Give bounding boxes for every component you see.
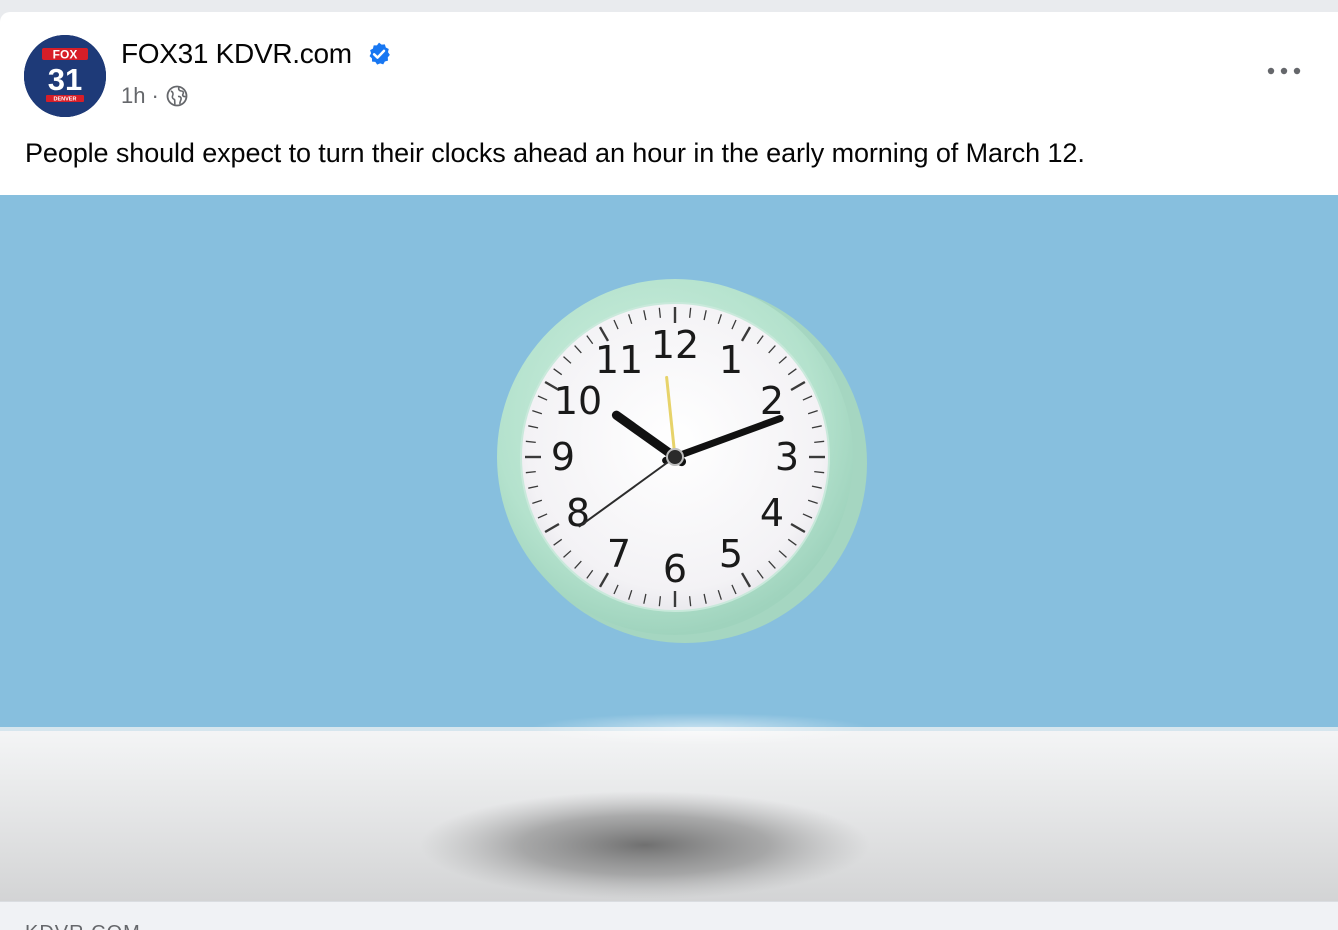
avatar-city: DENVER bbox=[54, 97, 77, 103]
post-message: People should expect to turn their clock… bbox=[25, 138, 1085, 168]
link-domain: KDVR.COM bbox=[25, 922, 141, 930]
clock-numeral: 10 bbox=[554, 379, 602, 423]
post-timestamp[interactable]: 1h bbox=[121, 83, 145, 109]
more-options-button[interactable] bbox=[1264, 58, 1304, 84]
clock-numeral: 6 bbox=[663, 547, 687, 591]
clock-shadow bbox=[420, 791, 870, 899]
clock-numeral: 9 bbox=[551, 435, 575, 479]
clock-numeral: 5 bbox=[719, 532, 743, 576]
more-options-icon bbox=[1267, 67, 1301, 75]
post-meta: 1h · bbox=[121, 82, 189, 110]
clock-numeral: 8 bbox=[566, 491, 590, 535]
post-image[interactable]: 12 1 2 3 4 5 6 7 8 9 10 11 bbox=[0, 195, 1338, 901]
post-card: FOX 31 DENVER FOX31 KDVR.com 1h · People… bbox=[0, 12, 1338, 930]
fox31-logo: FOX 31 DENVER bbox=[24, 35, 106, 117]
verified-badge-icon bbox=[369, 42, 390, 65]
clock-numeral: 11 bbox=[595, 338, 643, 382]
page-avatar[interactable]: FOX 31 DENVER bbox=[24, 35, 106, 117]
clock-hub bbox=[666, 448, 684, 466]
page-name-link[interactable]: FOX31 KDVR.com bbox=[121, 38, 352, 70]
globe-icon[interactable] bbox=[165, 84, 189, 108]
clock-photo: 12 1234567891011 bbox=[0, 195, 1338, 901]
clock-numeral: 12 bbox=[651, 323, 699, 367]
clock-numeral: 3 bbox=[775, 435, 799, 479]
meta-separator: · bbox=[151, 83, 159, 108]
clock-numeral: 1 bbox=[719, 338, 743, 382]
clock-numeral: 7 bbox=[607, 532, 631, 576]
avatar-brand: FOX bbox=[53, 48, 78, 62]
post-header: FOX 31 DENVER FOX31 KDVR.com 1h · bbox=[0, 12, 1338, 117]
link-preview[interactable]: KDVR.COM bbox=[0, 901, 1338, 930]
clock-numeral: 4 bbox=[760, 491, 784, 535]
avatar-number: 31 bbox=[48, 62, 82, 97]
